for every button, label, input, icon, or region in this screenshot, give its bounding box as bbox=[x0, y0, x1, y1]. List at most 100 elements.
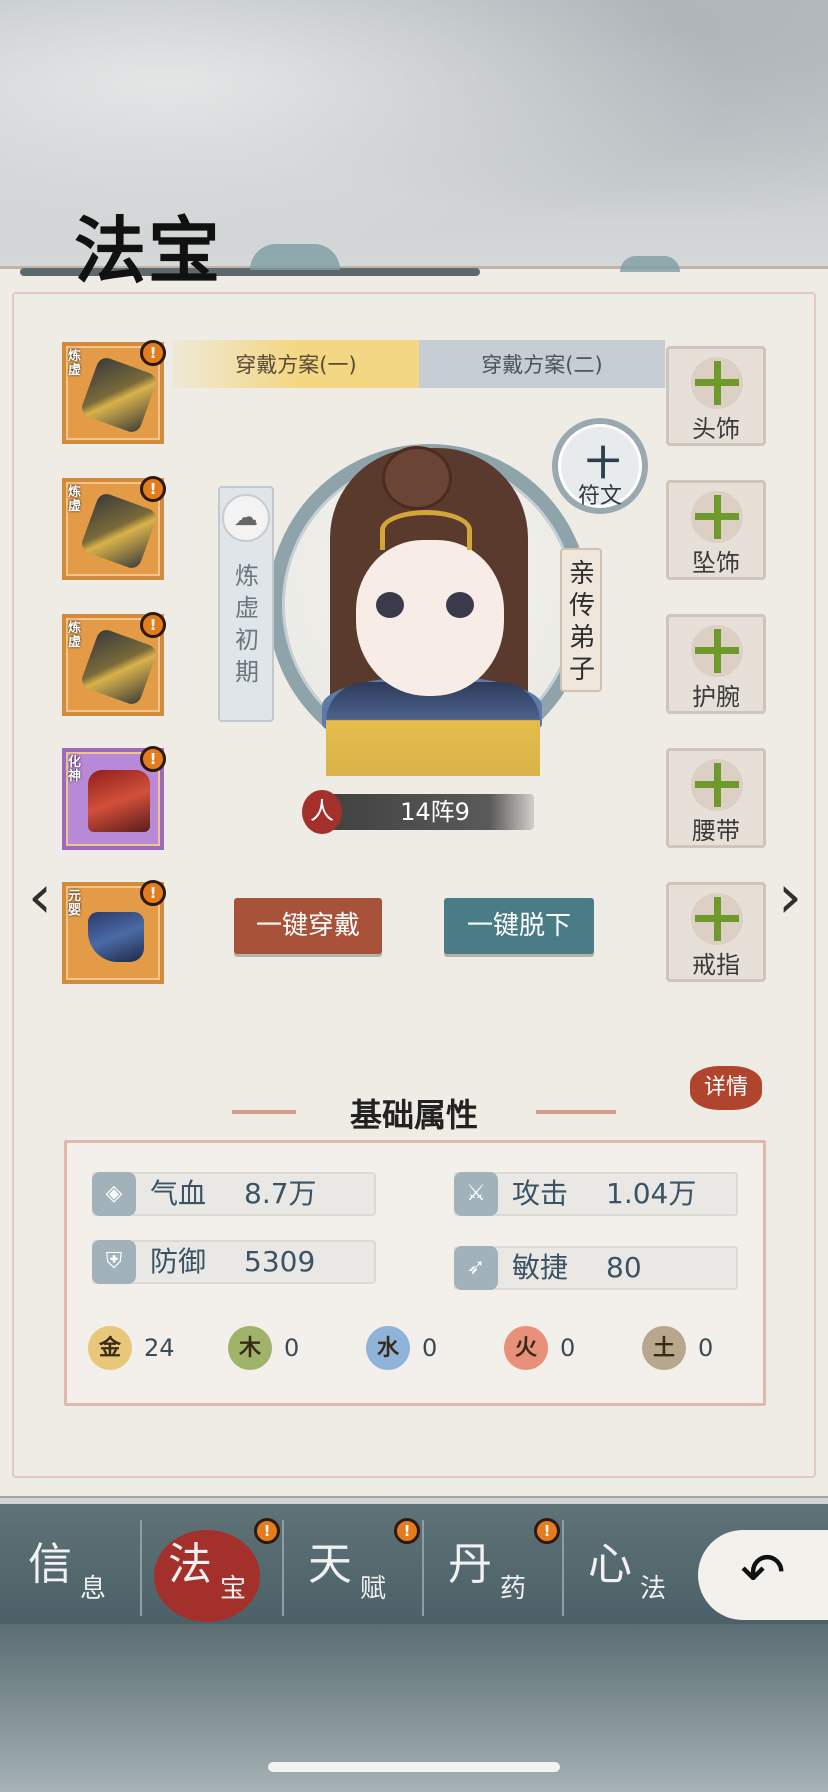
tab-plan-2[interactable]: 穿戴方案(二) bbox=[419, 340, 665, 388]
rune-label: 符文 bbox=[577, 484, 622, 509]
divider-left bbox=[232, 1110, 296, 1114]
alert-badge-icon: ! bbox=[140, 340, 166, 366]
alert-badge-icon: ! bbox=[394, 1518, 420, 1544]
alert-badge-icon: ! bbox=[140, 880, 166, 906]
back-icon[interactable]: ↶ bbox=[698, 1530, 828, 1620]
wood-element-value: 0 bbox=[284, 1334, 300, 1362]
stat-value: 8.7万 bbox=[244, 1177, 317, 1210]
tab-plan-1[interactable]: 穿戴方案(一) bbox=[173, 340, 419, 388]
stat-value: 1.04万 bbox=[606, 1177, 697, 1210]
stat-value: 80 bbox=[606, 1251, 642, 1284]
stat-value: 5309 bbox=[244, 1245, 316, 1278]
nav-big-char: 天 bbox=[308, 1539, 352, 1590]
remove-all-button[interactable]: 一键脱下 bbox=[444, 898, 594, 954]
add-plus-icon bbox=[691, 893, 743, 945]
nav-small-char: 药 bbox=[500, 1574, 527, 1604]
water-element-icon: 水 bbox=[366, 1326, 410, 1370]
accessory-slot-head[interactable]: 头饰 bbox=[666, 346, 766, 446]
page-title: 法宝 bbox=[74, 208, 223, 293]
base-stats-title: 基础属性 bbox=[349, 1096, 478, 1134]
stat-agility: ➶ 敏捷 80 bbox=[454, 1246, 738, 1290]
metal-element-icon: 金 bbox=[88, 1326, 132, 1370]
disciple-title: 亲传弟子 bbox=[568, 559, 595, 685]
next-arrow-icon[interactable]: › bbox=[766, 862, 814, 938]
wear-all-button[interactable]: 一键穿戴 bbox=[234, 898, 382, 954]
weapon-art-icon bbox=[79, 355, 159, 435]
cloud-icon: ☁ bbox=[222, 494, 270, 542]
nav-tab-method[interactable]: 心 法 bbox=[566, 1518, 704, 1618]
add-plus-icon bbox=[691, 491, 743, 543]
nav-small-char: 赋 bbox=[360, 1574, 387, 1604]
add-plus-icon bbox=[691, 759, 743, 811]
earth-element-icon: 土 bbox=[642, 1326, 686, 1370]
stat-name: 防御 bbox=[150, 1245, 207, 1278]
stat-hp: ◈ 气血 8.7万 bbox=[92, 1172, 376, 1216]
robe-art-icon bbox=[88, 770, 150, 832]
weapon-art-icon bbox=[79, 491, 159, 571]
stat-attack: ⚔ 攻击 1.04万 bbox=[454, 1172, 738, 1216]
nav-tab-info[interactable]: 信 息 bbox=[6, 1518, 144, 1618]
nav-big-char: 信 bbox=[28, 1539, 72, 1590]
rank-text: 炼虚初期 bbox=[235, 562, 259, 686]
nav-small-char: 息 bbox=[80, 1574, 107, 1604]
nav-small-char: 法 bbox=[640, 1574, 667, 1604]
nav-separator bbox=[562, 1520, 564, 1616]
nav-separator bbox=[140, 1520, 142, 1616]
accessory-slot-pendant[interactable]: 坠饰 bbox=[666, 480, 766, 580]
boot-art-icon bbox=[88, 912, 144, 962]
details-button[interactable]: 详情 bbox=[690, 1066, 762, 1110]
alert-badge-icon: ! bbox=[534, 1518, 560, 1544]
slot-realm-tag: 炼虚 bbox=[68, 621, 82, 650]
level-text: 14阵9 bbox=[400, 798, 470, 826]
water-element-value: 0 bbox=[422, 1334, 438, 1362]
fire-element-value: 0 bbox=[560, 1334, 576, 1362]
accessory-slot-belt[interactable]: 腰带 bbox=[666, 748, 766, 848]
character-bun bbox=[382, 446, 452, 510]
slot-label: 腰带 bbox=[692, 817, 740, 845]
stat-name: 攻击 bbox=[512, 1177, 569, 1210]
stat-name: 气血 bbox=[150, 1177, 207, 1210]
slot-label: 坠饰 bbox=[692, 549, 740, 577]
wood-element-icon: 木 bbox=[228, 1326, 272, 1370]
accessory-slot-ring[interactable]: 戒指 bbox=[666, 882, 766, 982]
stat-name: 敏捷 bbox=[512, 1251, 569, 1284]
fire-element-icon: 火 bbox=[504, 1326, 548, 1370]
hp-icon: ◈ bbox=[92, 1172, 136, 1216]
character-crown bbox=[380, 510, 472, 550]
character-robe bbox=[326, 682, 540, 776]
home-indicator[interactable] bbox=[268, 1762, 560, 1772]
alert-badge-icon: ! bbox=[140, 612, 166, 638]
character-face bbox=[356, 540, 504, 696]
add-plus-icon bbox=[691, 357, 743, 409]
nav-small-char: 宝 bbox=[220, 1574, 247, 1604]
alert-badge-icon: ! bbox=[254, 1518, 280, 1544]
alert-badge-icon: ! bbox=[140, 746, 166, 772]
add-plus-icon bbox=[691, 625, 743, 677]
nav-big-char: 心 bbox=[588, 1539, 632, 1590]
alert-badge-icon: ! bbox=[140, 476, 166, 502]
character-eye bbox=[446, 592, 474, 618]
nav-big-char: 法 bbox=[168, 1539, 212, 1590]
slot-realm-tag: 化神 bbox=[68, 755, 82, 784]
nav-separator bbox=[282, 1520, 284, 1616]
plan-tabs: 穿戴方案(一) 穿戴方案(二) bbox=[173, 340, 665, 388]
divider-right bbox=[536, 1110, 616, 1114]
defense-icon: ⛨ bbox=[92, 1240, 136, 1284]
attack-icon: ⚔ bbox=[454, 1172, 498, 1216]
wave-decoration bbox=[620, 256, 680, 272]
nav-big-char: 丹 bbox=[448, 1539, 492, 1590]
earth-element-value: 0 bbox=[698, 1334, 714, 1362]
prev-arrow-icon[interactable]: ‹ bbox=[16, 862, 64, 938]
slot-label: 头饰 bbox=[692, 415, 740, 443]
weapon-art-icon bbox=[79, 627, 159, 707]
agility-icon: ➶ bbox=[454, 1246, 498, 1290]
slot-realm-tag: 元婴 bbox=[68, 889, 82, 918]
slot-realm-tag: 炼虚 bbox=[68, 485, 82, 514]
slot-label: 戒指 bbox=[692, 951, 740, 979]
slot-label: 护腕 bbox=[692, 683, 740, 711]
metal-element-value: 24 bbox=[144, 1334, 175, 1362]
stat-defense: ⛨ 防御 5309 bbox=[92, 1240, 376, 1284]
character-eye bbox=[376, 592, 404, 618]
accessory-slot-wrist[interactable]: 护腕 bbox=[666, 614, 766, 714]
nav-separator bbox=[422, 1520, 424, 1616]
